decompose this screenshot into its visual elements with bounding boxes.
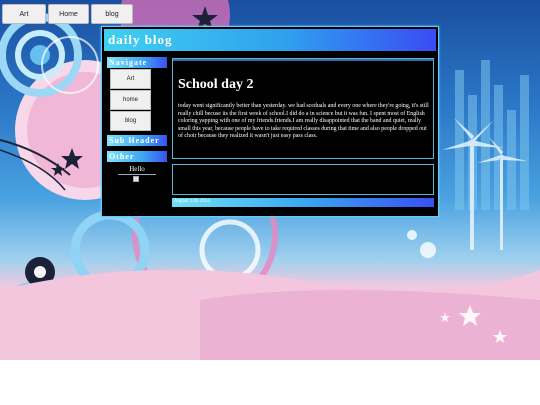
sidebar-item-home[interactable]: home bbox=[110, 90, 151, 110]
navigate-heading: Navigate bbox=[107, 57, 167, 68]
post-date: August 12th 2024 bbox=[174, 199, 210, 204]
blog-post: School day 2 today went significantly be… bbox=[172, 58, 434, 159]
comment-box bbox=[172, 164, 434, 195]
nav-button-art[interactable]: Art bbox=[2, 4, 46, 24]
other-heading: Other bbox=[107, 151, 167, 162]
blog-panel: daily blog Navigate Art home blog Sub He… bbox=[101, 26, 439, 217]
broken-image-icon bbox=[133, 176, 139, 182]
post-divider bbox=[173, 59, 433, 61]
blog-title: daily blog bbox=[108, 32, 173, 47]
nav-button-home[interactable]: Home bbox=[48, 4, 89, 24]
sidebar-item-blog[interactable]: blog bbox=[110, 111, 151, 131]
hello-text: Hello bbox=[118, 165, 156, 175]
blog-header-bar: daily blog bbox=[104, 29, 436, 51]
sidebar-item-art[interactable]: Art bbox=[110, 69, 151, 89]
sub-header-heading: Sub Header bbox=[107, 135, 167, 146]
nav-button-blog[interactable]: blog bbox=[91, 4, 133, 24]
post-date-bar: August 12th 2024 bbox=[172, 198, 434, 207]
post-title: School day 2 bbox=[178, 77, 254, 92]
post-body: today went significantly better than yes… bbox=[178, 103, 429, 139]
